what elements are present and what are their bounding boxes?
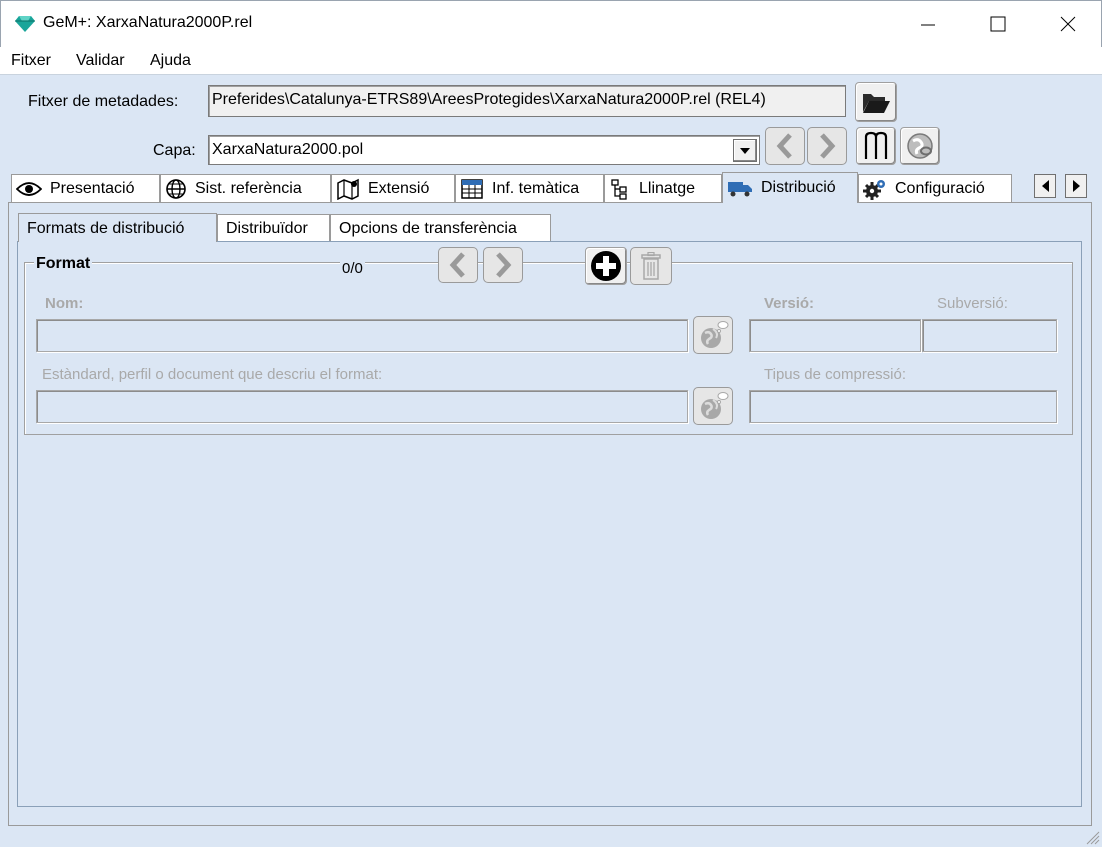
- layer-value: XarxaNatura2000.pol: [212, 141, 364, 158]
- chevron-right-icon: [820, 133, 836, 159]
- standard-thesaurus-button[interactable]: [693, 387, 733, 425]
- tab-label: Extensió: [368, 179, 430, 197]
- subversion-label: Subversió:: [937, 295, 1008, 312]
- chevron-down-icon: [740, 147, 750, 154]
- tab-inf-tematica[interactable]: Inf. temàtica: [455, 174, 604, 202]
- tabs-scroll-right-button[interactable]: [1065, 174, 1087, 198]
- version-field[interactable]: [749, 319, 921, 352]
- arrow-right-icon: [1072, 180, 1080, 192]
- globe-icon: [166, 178, 186, 199]
- trash-icon: [641, 252, 661, 280]
- version-label: Versió:: [764, 295, 815, 312]
- folder-open-icon: [863, 94, 890, 113]
- format-counter: 0/0: [340, 260, 365, 277]
- open-folder-button[interactable]: [855, 82, 897, 122]
- chevron-left-icon: [449, 252, 465, 278]
- metadata-file-field[interactable]: Preferides\Catalunya-ETRS89\AreesProtegi…: [208, 85, 846, 117]
- layer-prev-button[interactable]: [765, 127, 805, 165]
- menu-ajuda[interactable]: Ajuda: [150, 52, 191, 70]
- standard-field[interactable]: [36, 390, 688, 423]
- chevron-left-icon: [776, 133, 792, 159]
- diamond-icon: [15, 16, 35, 32]
- metadata-m-button[interactable]: [856, 127, 896, 165]
- truck-icon: [728, 182, 752, 197]
- eye-icon: [16, 181, 42, 196]
- tree-icon: [611, 178, 627, 200]
- format-group-title: Format: [34, 255, 93, 273]
- globe-thought-icon: [701, 321, 729, 348]
- maximize-button[interactable]: [963, 1, 1033, 47]
- tab-label: Inf. temàtica: [492, 179, 580, 197]
- minimize-button[interactable]: [893, 1, 963, 47]
- chevron-right-icon: [496, 252, 512, 278]
- plus-circle-icon: [591, 251, 621, 281]
- tab-llinatge[interactable]: Llinatge: [604, 174, 722, 202]
- subtab-label: Opcions de transferència: [339, 220, 517, 237]
- title-bar: GeM+: XarxaNatura2000P.rel: [0, 0, 1102, 47]
- layer-label: Capa:: [153, 142, 196, 159]
- compression-field[interactable]: [749, 390, 1057, 423]
- metadata-file-path: Preferides\Catalunya-ETRS89\AreesProtegi…: [212, 91, 766, 108]
- table-icon: [461, 178, 483, 199]
- name-field[interactable]: [36, 319, 688, 352]
- standard-label: Estàndard, perfil o document que descriu…: [42, 366, 383, 383]
- subtab-formats-distribucio[interactable]: Formats de distribució: [18, 213, 217, 242]
- metadata-file-label: Fitxer de metadades:: [28, 93, 179, 110]
- close-button[interactable]: [1033, 1, 1102, 47]
- window-title: GeM+: XarxaNatura2000P.rel: [43, 14, 253, 31]
- globe-link-button[interactable]: [900, 127, 940, 165]
- menu-validar[interactable]: Validar: [76, 52, 125, 70]
- tab-label: Sist. referència: [195, 179, 302, 197]
- gears-icon: [863, 179, 885, 200]
- globe-thought-icon: [701, 392, 729, 419]
- tab-label: Distribució: [761, 179, 836, 196]
- tab-distribucio[interactable]: Distribució: [722, 172, 858, 203]
- tab-label: Presentació: [50, 179, 135, 197]
- menu-bar: Fitxer Validar Ajuda: [0, 47, 1102, 75]
- arrow-left-icon: [1041, 180, 1049, 192]
- layer-select[interactable]: XarxaNatura2000.pol: [208, 135, 760, 165]
- tab-label: Llinatge: [639, 179, 696, 197]
- maximize-icon: [990, 16, 1006, 32]
- subtab-label: Formats de distribució: [27, 220, 185, 237]
- subtab-opcions-transferencia[interactable]: Opcions de transferència: [330, 214, 551, 241]
- tabs-scroll-left-button[interactable]: [1034, 174, 1056, 198]
- subversion-field[interactable]: [922, 319, 1057, 352]
- globe-chain-icon: [907, 133, 933, 159]
- tab-extensio[interactable]: Extensió: [331, 174, 455, 202]
- resize-grip-icon[interactable]: [1084, 829, 1100, 845]
- tab-presentacio[interactable]: Presentació: [11, 174, 160, 202]
- format-next-button[interactable]: [483, 247, 523, 283]
- delete-format-button[interactable]: [630, 247, 672, 285]
- close-icon: [1060, 16, 1076, 32]
- name-label: Nom:: [45, 295, 84, 312]
- subtab-distribuidor[interactable]: Distribuïdor: [217, 214, 330, 241]
- name-thesaurus-button[interactable]: [693, 316, 733, 354]
- layer-dropdown-button[interactable]: [733, 139, 757, 162]
- map-icon: [337, 178, 359, 200]
- format-prev-button[interactable]: [438, 247, 478, 283]
- tab-sist-referencia[interactable]: Sist. referència: [160, 174, 331, 202]
- subtab-label: Distribuïdor: [226, 220, 308, 237]
- tab-label: Configuració: [895, 179, 985, 197]
- add-format-button[interactable]: [585, 247, 627, 285]
- tab-configuracio[interactable]: Configuració: [858, 174, 1012, 202]
- layer-next-button[interactable]: [807, 127, 847, 165]
- compression-label: Tipus de compressió:: [764, 366, 907, 383]
- m-letter-icon: [864, 131, 888, 159]
- menu-fitxer[interactable]: Fitxer: [11, 52, 51, 70]
- minimize-icon: [921, 24, 935, 26]
